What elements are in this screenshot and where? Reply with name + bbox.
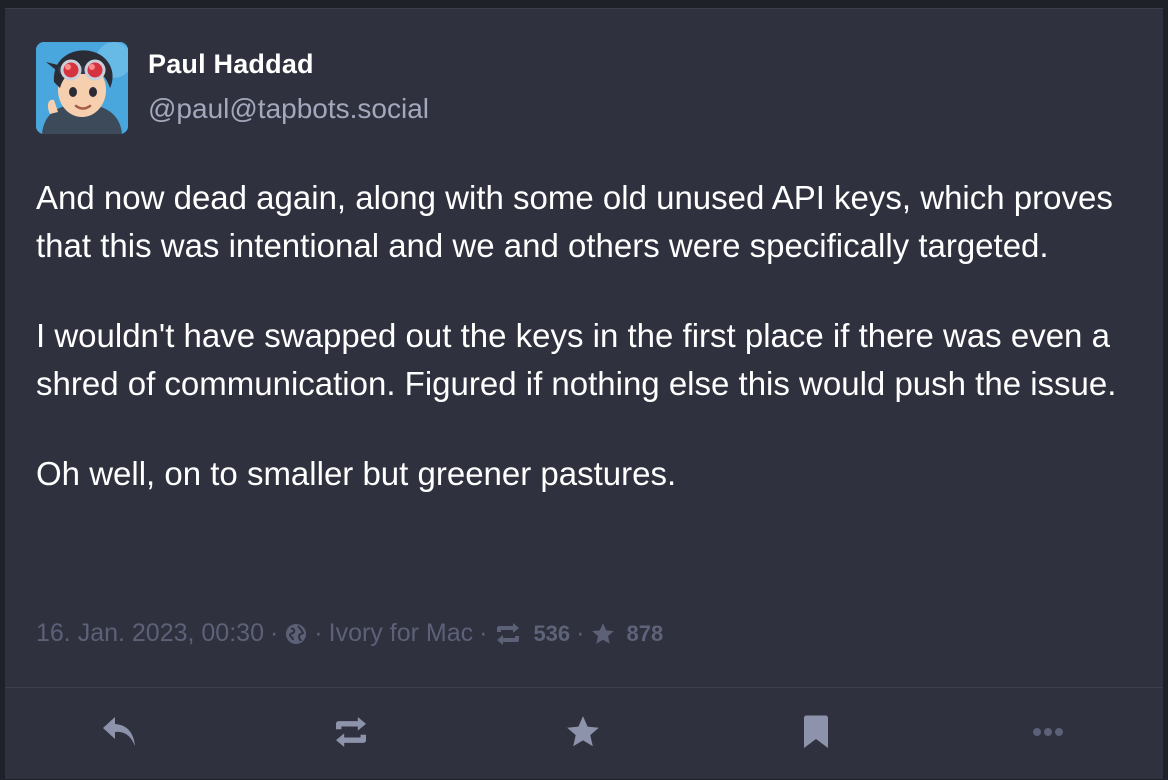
meta-separator: · bbox=[576, 619, 585, 647]
reply-icon bbox=[101, 715, 139, 754]
globe-icon bbox=[284, 622, 308, 646]
post-meta: 16. Jan. 2023, 00:30 · · Ivory for Mac ·… bbox=[36, 619, 663, 648]
boost-button[interactable] bbox=[328, 714, 374, 754]
post-paragraph: I wouldn't have swapped out the keys in … bbox=[36, 317, 1117, 402]
post-content: And now dead again, along with some old … bbox=[36, 174, 1136, 540]
window-frame: Paul Haddad @paul@tapbots.social And now… bbox=[0, 0, 1168, 780]
meta-separator: · bbox=[479, 619, 488, 647]
boost-count: 536 bbox=[533, 620, 571, 646]
meta-separator: · bbox=[269, 619, 279, 647]
favourite-count-icon bbox=[590, 621, 616, 647]
boost-icon bbox=[330, 716, 372, 752]
author-handle[interactable]: @paul@tapbots.social bbox=[148, 93, 429, 125]
more-button[interactable] bbox=[1025, 714, 1071, 754]
meta-separator: · bbox=[314, 619, 323, 647]
action-bar bbox=[5, 688, 1163, 779]
avatar-illustration bbox=[36, 42, 128, 134]
favourite-count: 878 bbox=[626, 620, 664, 646]
bookmark-icon bbox=[802, 715, 830, 754]
post-timestamp[interactable]: 16. Jan. 2023, 00:30 bbox=[36, 619, 264, 648]
bookmark-button[interactable] bbox=[793, 714, 839, 754]
more-icon bbox=[1031, 725, 1065, 743]
boost-count-icon bbox=[493, 622, 523, 645]
client-name[interactable]: Ivory for Mac bbox=[329, 619, 473, 648]
star-icon bbox=[564, 713, 602, 756]
post-paragraph: Oh well, on to smaller but greener pastu… bbox=[36, 455, 677, 492]
author-name[interactable]: Paul Haddad bbox=[148, 49, 314, 80]
reply-button[interactable] bbox=[97, 714, 143, 754]
favourite-button[interactable] bbox=[560, 714, 606, 754]
post-paragraph: And now dead again, along with some old … bbox=[36, 179, 1113, 264]
avatar[interactable] bbox=[36, 42, 128, 134]
post-card: Paul Haddad @paul@tapbots.social And now… bbox=[5, 8, 1163, 779]
